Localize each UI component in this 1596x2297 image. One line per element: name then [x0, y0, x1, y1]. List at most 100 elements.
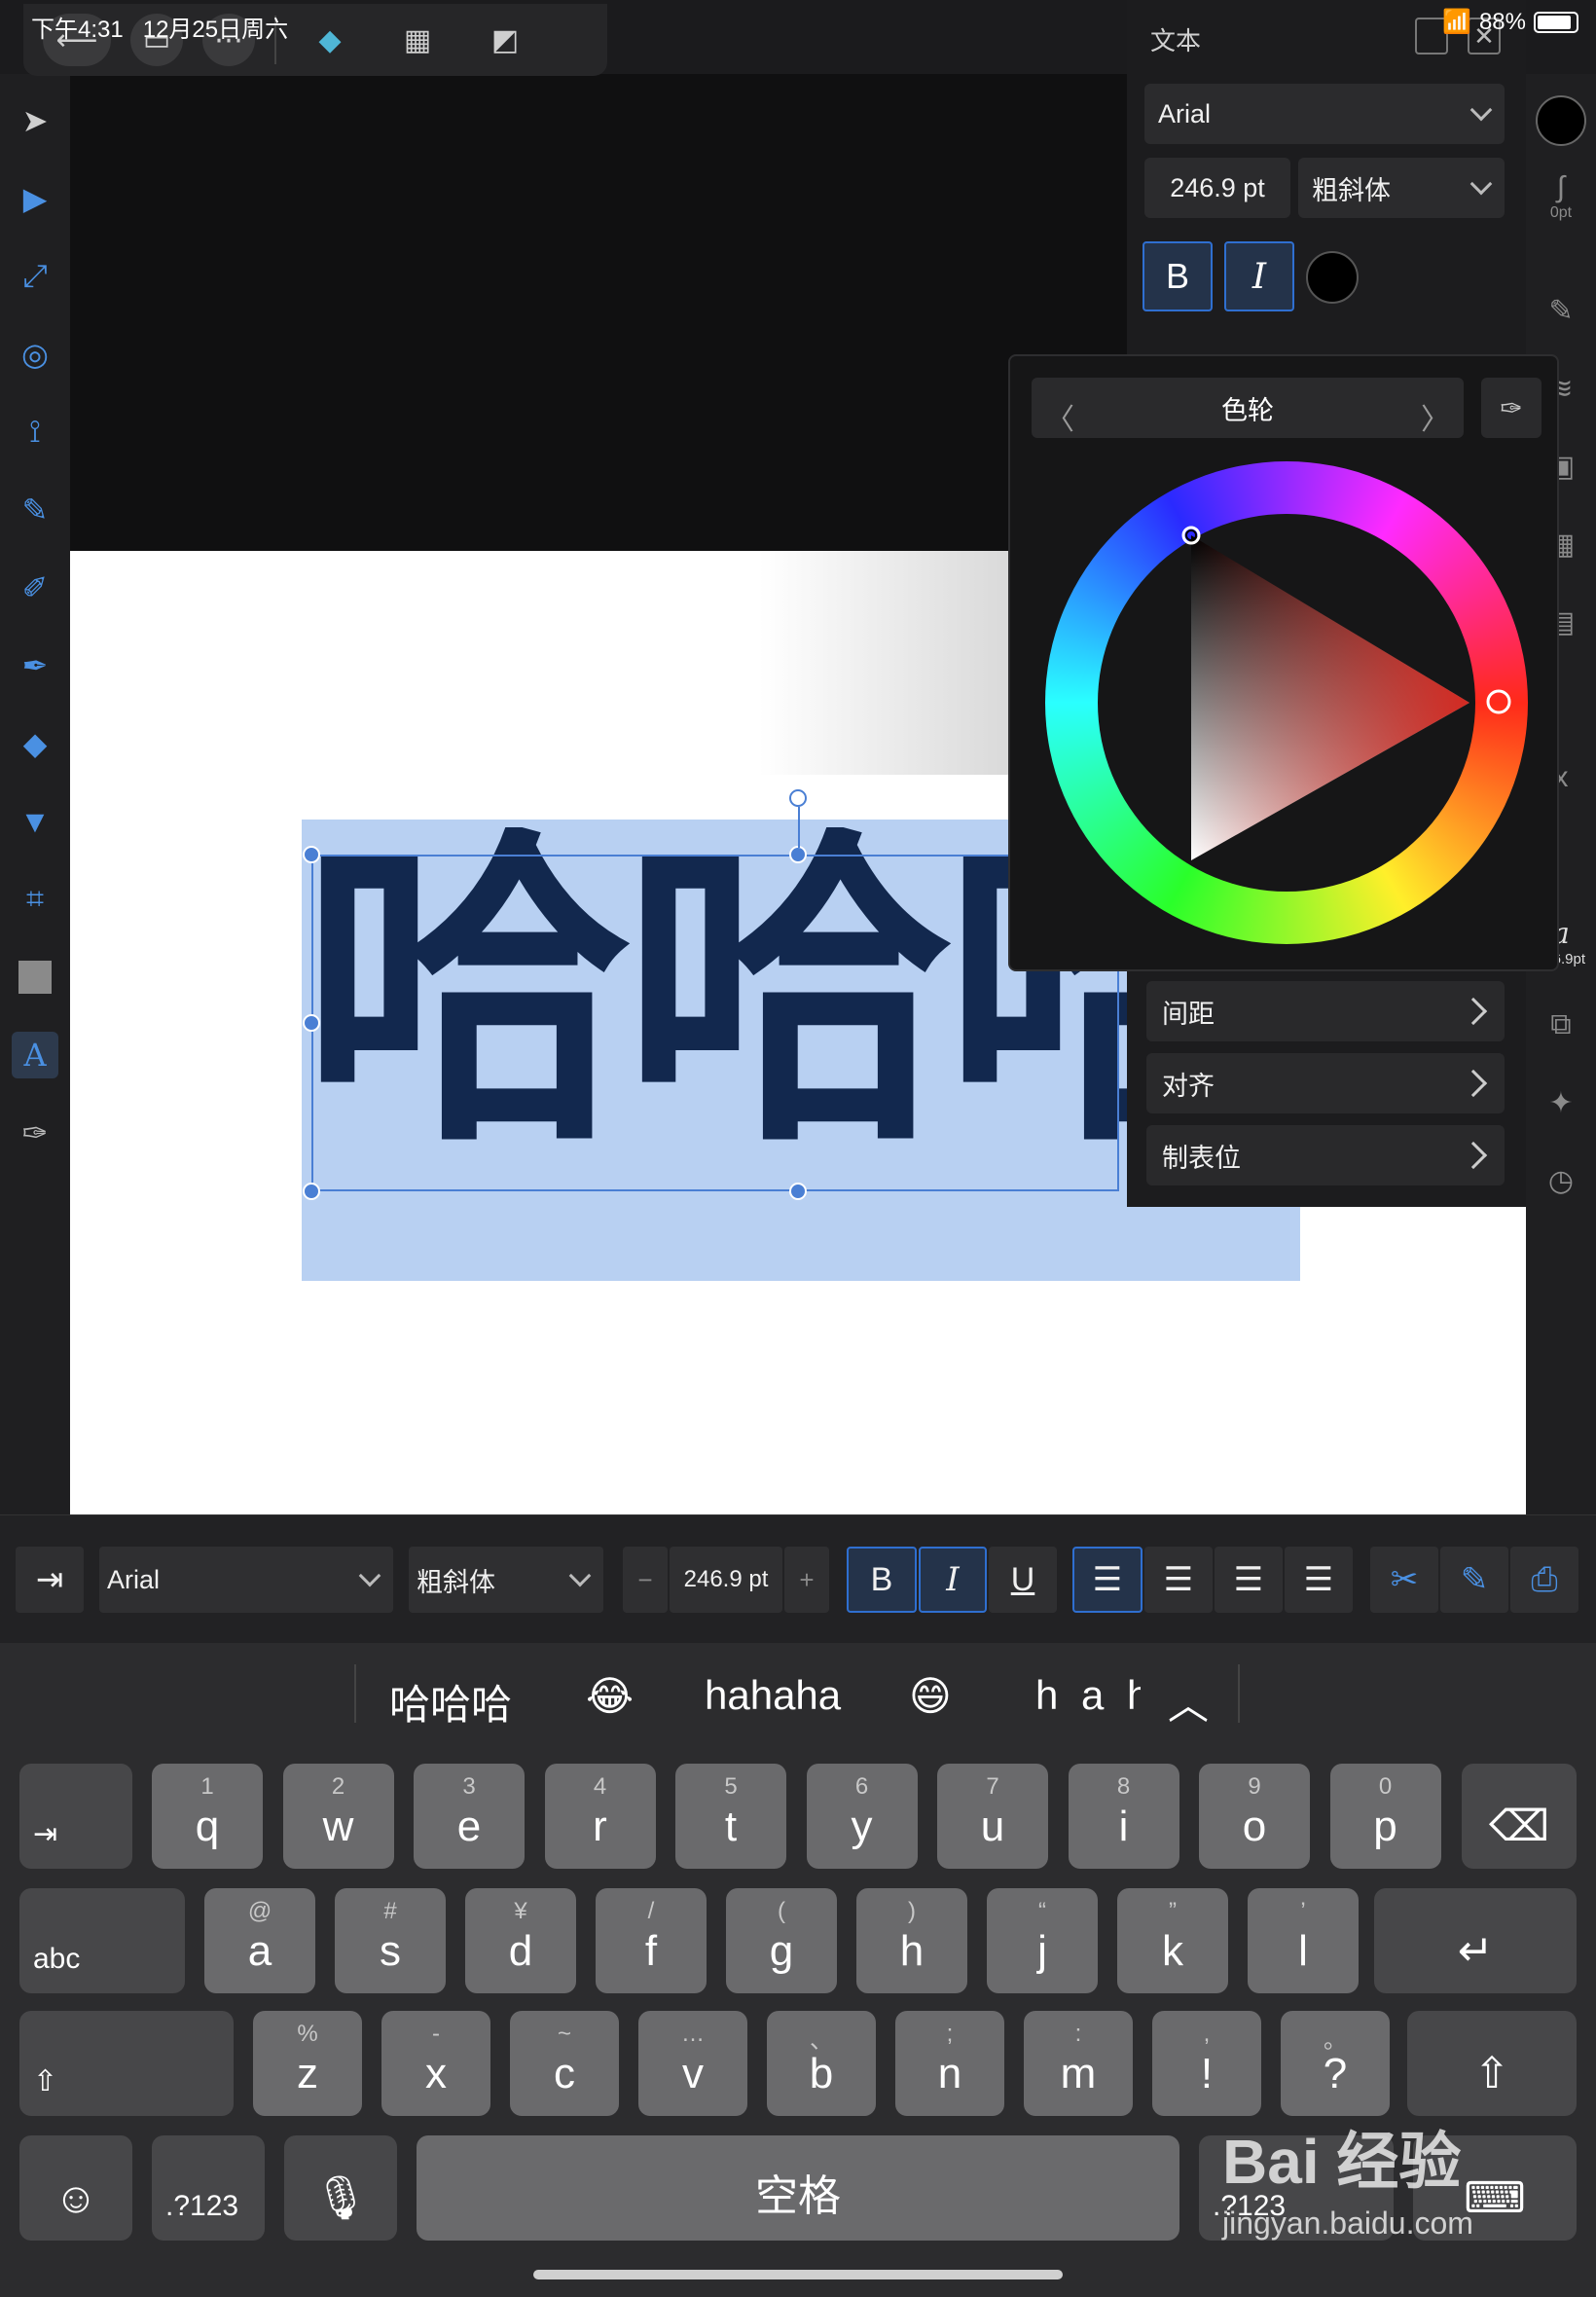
crop-tool-icon[interactable]: ⌗ [12, 876, 58, 923]
key-l[interactable]: ’ l [1248, 1888, 1359, 1993]
key-o[interactable]: 9o [1199, 1764, 1310, 1869]
corner-tool-icon[interactable]: ⤢ [12, 253, 58, 300]
key-e[interactable]: 3e [414, 1764, 525, 1869]
key-z[interactable]: % z [253, 2011, 362, 2116]
key-b[interactable]: 、 b [767, 2011, 876, 2116]
align-right-button[interactable]: ☰ [1215, 1547, 1283, 1613]
key-g[interactable]: (g [726, 1888, 837, 1993]
suggestion-4[interactable]: 😄 [909, 1672, 952, 1720]
color-picker-tool-icon[interactable]: ✑ [12, 1110, 58, 1156]
point-transform-icon[interactable]: ◎ [12, 331, 58, 378]
export-persona-icon[interactable]: ◩ [471, 14, 539, 66]
key-j[interactable]: “j [987, 1888, 1098, 1993]
key-c[interactable]: ~ c [510, 2011, 619, 2116]
transparency-tool-icon[interactable]: ▼ [12, 798, 58, 845]
key-s[interactable]: # s [335, 1888, 446, 1993]
ct-font-style-select[interactable]: 粗斜体 [409, 1547, 603, 1613]
pixel-persona-icon[interactable]: ▦ [383, 14, 452, 66]
move-tool-icon[interactable]: ➤ [12, 97, 58, 144]
handle-middle-left[interactable] [303, 1014, 320, 1032]
expand-suggestions-icon[interactable]: ︿ [1168, 1672, 1209, 1732]
key-punct-7[interactable]: ,! [1152, 2011, 1261, 2116]
suggestion-5[interactable]: h a h [1035, 1672, 1141, 1719]
microphone-key[interactable]: 🎙 [284, 2135, 397, 2241]
key-h[interactable]: ) h [856, 1888, 967, 1993]
ct-italic-button[interactable]: I [919, 1547, 987, 1613]
return-key[interactable]: ↵ [1374, 1888, 1577, 1993]
delete-key[interactable]: ⌫ [1462, 1764, 1577, 1869]
pen-tool-icon[interactable]: ✒ [12, 642, 58, 689]
key-f[interactable]: / f [596, 1888, 707, 1993]
history-icon[interactable]: ◷ [1536, 1164, 1586, 1198]
handle-top-left[interactable] [303, 846, 320, 863]
justify-button[interactable]: ☰ [1285, 1547, 1353, 1613]
cut-icon[interactable]: ✂ [1370, 1547, 1438, 1613]
pen-nodes-icon[interactable]: ⟟ [12, 409, 58, 456]
bold-button[interactable]: B [1143, 241, 1213, 311]
italic-button[interactable]: I [1224, 241, 1294, 311]
node-tool-icon[interactable]: ▶ [12, 175, 58, 222]
increase-size-button[interactable]: + [784, 1547, 829, 1613]
stroke-width-icon[interactable]: ∫ 0pt [1536, 171, 1586, 222]
navigator-icon[interactable]: ✦ [1536, 1086, 1586, 1120]
key-d[interactable]: ¥ d [465, 1888, 576, 1993]
designer-persona-icon[interactable]: ◆ [296, 14, 364, 66]
suggestion-1[interactable]: 哈哈哈 [389, 1672, 512, 1732]
key-v[interactable]: … v [638, 2011, 747, 2116]
tab-indent-button[interactable]: ⇥ [16, 1547, 84, 1613]
align-left-button[interactable]: ☰ [1072, 1547, 1143, 1613]
abc-key[interactable]: abc [19, 1888, 185, 1993]
fill-color-swatch[interactable] [1536, 95, 1586, 146]
edit-text-icon[interactable]: ✎ [1440, 1547, 1508, 1613]
ct-underline-button[interactable]: U [989, 1547, 1057, 1613]
decrease-size-button[interactable]: − [623, 1547, 668, 1613]
text-tool-icon[interactable]: A [12, 1032, 58, 1078]
handle-bottom-left[interactable] [303, 1183, 320, 1200]
handle-top-middle[interactable] [789, 846, 807, 863]
ct-font-size-field[interactable]: 246.9 pt [670, 1547, 782, 1613]
vector-brush-icon[interactable]: ✐ [12, 565, 58, 611]
shift-right-key[interactable]: ⇧ [1407, 2011, 1577, 2116]
key-n[interactable]: ; n [895, 2011, 1004, 2116]
font-size-field[interactable]: 246.9 pt [1144, 158, 1290, 218]
text-color-swatch[interactable] [1306, 251, 1359, 304]
align-center-button[interactable]: ☰ [1144, 1547, 1213, 1613]
paste-style-icon[interactable]: ⎙ [1510, 1547, 1578, 1613]
shape-tool-icon[interactable] [12, 954, 58, 1001]
shift-left-key[interactable]: ⇧ [19, 2011, 234, 2116]
key-q[interactable]: 1q [152, 1764, 263, 1869]
key-k[interactable]: ” k [1117, 1888, 1228, 1993]
key-i[interactable]: 8i [1068, 1764, 1179, 1869]
suggestion-2[interactable]: 😂 [586, 1672, 634, 1720]
key-r[interactable]: 4r [544, 1764, 656, 1869]
key-m[interactable]: :m [1024, 2011, 1133, 2116]
key-p[interactable]: 0p [1329, 1764, 1441, 1869]
key-y[interactable]: 6y [806, 1764, 918, 1869]
alignment-row[interactable]: 对齐 [1146, 1053, 1505, 1113]
key-u[interactable]: 7u [937, 1764, 1048, 1869]
ct-font-family-select[interactable]: Arial [99, 1547, 393, 1613]
key-x[interactable]: -x [381, 2011, 490, 2116]
text-frame[interactable] [311, 855, 1119, 1191]
key-t[interactable]: 5t [675, 1764, 786, 1869]
rotate-handle[interactable] [789, 789, 807, 807]
emoji-key[interactable]: ☺ [19, 2135, 132, 2241]
spacing-row[interactable]: 间距 [1146, 981, 1505, 1041]
space-key[interactable]: 空格 [417, 2135, 1179, 2241]
tab-stops-row[interactable]: 制表位 [1146, 1125, 1505, 1185]
brush-studio-icon[interactable]: ✎ [1536, 294, 1586, 328]
home-indicator[interactable] [533, 2270, 1063, 2279]
font-style-select[interactable]: 粗斜体 [1298, 158, 1505, 218]
key-a[interactable]: @ a [204, 1888, 315, 1993]
key-w[interactable]: 2w [282, 1764, 394, 1869]
numbers-key-left[interactable]: .?123 [152, 2135, 265, 2241]
saturation-triangle[interactable] [1010, 356, 1561, 973]
fill-tool-icon[interactable]: ◆ [12, 720, 58, 767]
handle-bottom-middle[interactable] [789, 1183, 807, 1200]
pencil-tool-icon[interactable]: ✎ [12, 487, 58, 533]
ct-bold-button[interactable]: B [847, 1547, 917, 1613]
constraints-icon[interactable]: ⧉ [1536, 1008, 1586, 1041]
key-punct-8[interactable]: 。? [1281, 2011, 1390, 2116]
suggestion-3[interactable]: hahaha [705, 1672, 841, 1719]
tab-key[interactable]: ⇥ [19, 1764, 132, 1869]
